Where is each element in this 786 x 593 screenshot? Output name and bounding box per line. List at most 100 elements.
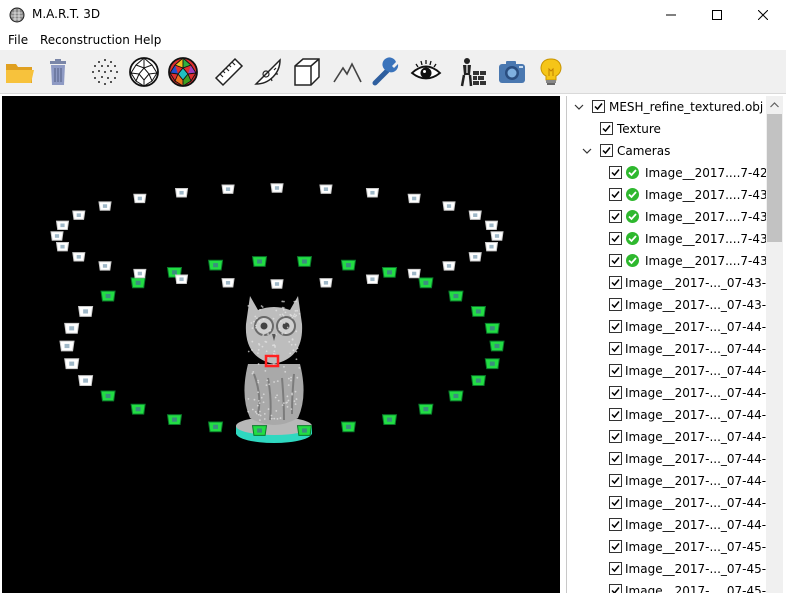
scene-canvas[interactable] <box>2 96 560 593</box>
camera-frustum <box>443 262 455 270</box>
mountain-icon <box>331 56 363 88</box>
camera-frustum <box>471 376 485 386</box>
menu-reconstruction[interactable]: Reconstruction <box>40 33 130 47</box>
lighting-button[interactable] <box>534 55 568 89</box>
camera-item[interactable]: Image__2017-..._07-45-01.jpg <box>567 536 767 558</box>
camera-frustum <box>341 422 355 432</box>
view-button[interactable] <box>409 55 443 89</box>
camera-checkbox[interactable] <box>609 232 622 245</box>
bounding-box-button[interactable] <box>290 55 324 89</box>
textured-mesh-button[interactable] <box>166 55 200 89</box>
camera-frustum <box>469 253 481 261</box>
camera-frustum <box>408 269 420 277</box>
camera-checkbox[interactable] <box>609 518 622 531</box>
collapse-chevron-icon[interactable] <box>581 145 593 157</box>
check-circle-icon <box>626 188 639 201</box>
menu-help[interactable]: Help <box>134 33 161 47</box>
camera-checkbox[interactable] <box>609 452 622 465</box>
camera-checkbox[interactable] <box>609 342 622 355</box>
camera-button[interactable] <box>495 55 529 89</box>
camera-item[interactable]: Image__2017....7-43-21.jpg <box>567 228 767 250</box>
menu-file[interactable]: File <box>8 33 28 47</box>
cameras-checkbox[interactable] <box>600 144 613 157</box>
eye-icon <box>410 56 442 88</box>
camera-item[interactable]: Image__2017-..._07-44-19.jpg <box>567 382 767 404</box>
camera-checkbox[interactable] <box>609 474 622 487</box>
terrain-button[interactable] <box>330 55 364 89</box>
camera-frustum <box>176 275 188 283</box>
camera-item[interactable]: Image__2017....7-43-15.jpg <box>567 206 767 228</box>
texture-checkbox[interactable] <box>600 122 613 135</box>
camera-checkbox[interactable] <box>609 496 622 509</box>
camera-item-label: Image__2017-..._07-43-52.jpg <box>625 298 767 312</box>
open-folder-button[interactable] <box>3 55 37 89</box>
camera-checkbox[interactable] <box>609 584 622 593</box>
camera-item[interactable]: Image__2017-..._07-45-07.jpg <box>567 558 767 580</box>
camera-checkbox[interactable] <box>609 386 622 399</box>
camera-item[interactable]: Image__2017-..._07-43-52.jpg <box>567 294 767 316</box>
check-circle-icon <box>626 166 639 179</box>
camera-item[interactable]: Image__2017-..._07-43-32.jpg <box>567 272 767 294</box>
camera-frustum <box>297 426 311 436</box>
maximize-button[interactable] <box>694 0 740 30</box>
camera-checkbox[interactable] <box>609 210 622 223</box>
owl-mesh <box>236 296 312 443</box>
camera-item-label: Image__2017-..._07-44-41.jpg <box>625 474 767 488</box>
delete-button[interactable] <box>41 55 75 89</box>
camera-item[interactable]: Image__2017-..._07-44-07.jpg <box>567 338 767 360</box>
tree-cameras-row[interactable]: Cameras <box>567 140 767 162</box>
camera-frustum <box>449 391 463 401</box>
camera-item[interactable]: Image__2017-..._07-44-48.jpg <box>567 492 767 514</box>
camera-checkbox[interactable] <box>609 298 622 311</box>
camera-item[interactable]: Image__2017-..._07-44-24.jpg <box>567 404 767 426</box>
camera-checkbox[interactable] <box>609 188 622 201</box>
camera-item-label: Image__2017-..._07-43-32.jpg <box>625 276 767 290</box>
camera-item[interactable]: Image__2017....7-42-56.jpg <box>567 162 767 184</box>
camera-item[interactable]: Image__2017-..._07-44-30.jpg <box>567 426 767 448</box>
camera-item[interactable]: Image__2017....7-43-09.jpg <box>567 184 767 206</box>
camera-item[interactable]: Image__2017-..._07-44-00.jpg <box>567 316 767 338</box>
scroll-up-button[interactable] <box>766 96 783 113</box>
camera-item-label: Image__2017....7-43-21.jpg <box>645 232 767 246</box>
camera-frustum <box>408 194 420 202</box>
tree-texture-row[interactable]: Texture <box>567 118 767 140</box>
camera-item-label: Image__2017....7-43-09.jpg <box>645 188 767 202</box>
tree-scrollbar[interactable] <box>766 96 783 593</box>
camera-checkbox[interactable] <box>609 320 622 333</box>
3d-viewport[interactable] <box>2 96 560 593</box>
camera-frustum <box>168 415 182 425</box>
folder-open-icon <box>4 56 36 88</box>
camera-checkbox[interactable] <box>609 254 622 267</box>
camera-checkbox[interactable] <box>609 364 622 377</box>
camera-frustum <box>383 267 397 277</box>
settings-button[interactable] <box>369 55 403 89</box>
point-cloud-button[interactable] <box>88 55 122 89</box>
camera-checkbox[interactable] <box>609 430 622 443</box>
root-checkbox[interactable] <box>592 100 605 113</box>
camera-checkbox[interactable] <box>609 276 622 289</box>
minimize-button[interactable] <box>648 0 694 30</box>
collapse-chevron-icon[interactable] <box>573 101 585 113</box>
scroll-thumb[interactable] <box>767 114 782 242</box>
camera-item[interactable]: Image__2017....7-43-26.jpg <box>567 250 767 272</box>
tree-root-row[interactable]: MESH_refine_textured.obj <box>567 96 767 118</box>
camera-item[interactable]: Image__2017-..._07-45-13.jpg <box>567 580 767 593</box>
camera-checkbox[interactable] <box>609 166 622 179</box>
camera-item[interactable]: Image__2017-..._07-44-54.jpg <box>567 514 767 536</box>
reconstruct-button[interactable] <box>455 55 489 89</box>
camera-item[interactable]: Image__2017-..._07-44-13.jpg <box>567 360 767 382</box>
camera-frustum <box>60 341 74 351</box>
measure-angle-button[interactable] <box>251 55 285 89</box>
camera-frustum <box>51 232 63 240</box>
minimize-icon <box>666 10 676 20</box>
camera-checkbox[interactable] <box>609 408 622 421</box>
camera-checkbox[interactable] <box>609 562 622 575</box>
camera-item-label: Image__2017-..._07-44-54.jpg <box>625 518 767 532</box>
wireframe-button[interactable] <box>127 55 161 89</box>
close-button[interactable] <box>740 0 786 30</box>
measure-distance-button[interactable] <box>212 55 246 89</box>
camera-item[interactable]: Image__2017-..._07-44-41.jpg <box>567 470 767 492</box>
camera-item[interactable]: Image__2017-..._07-44-36.jpg <box>567 448 767 470</box>
camera-checkbox[interactable] <box>609 540 622 553</box>
camera-frustum <box>209 260 223 270</box>
